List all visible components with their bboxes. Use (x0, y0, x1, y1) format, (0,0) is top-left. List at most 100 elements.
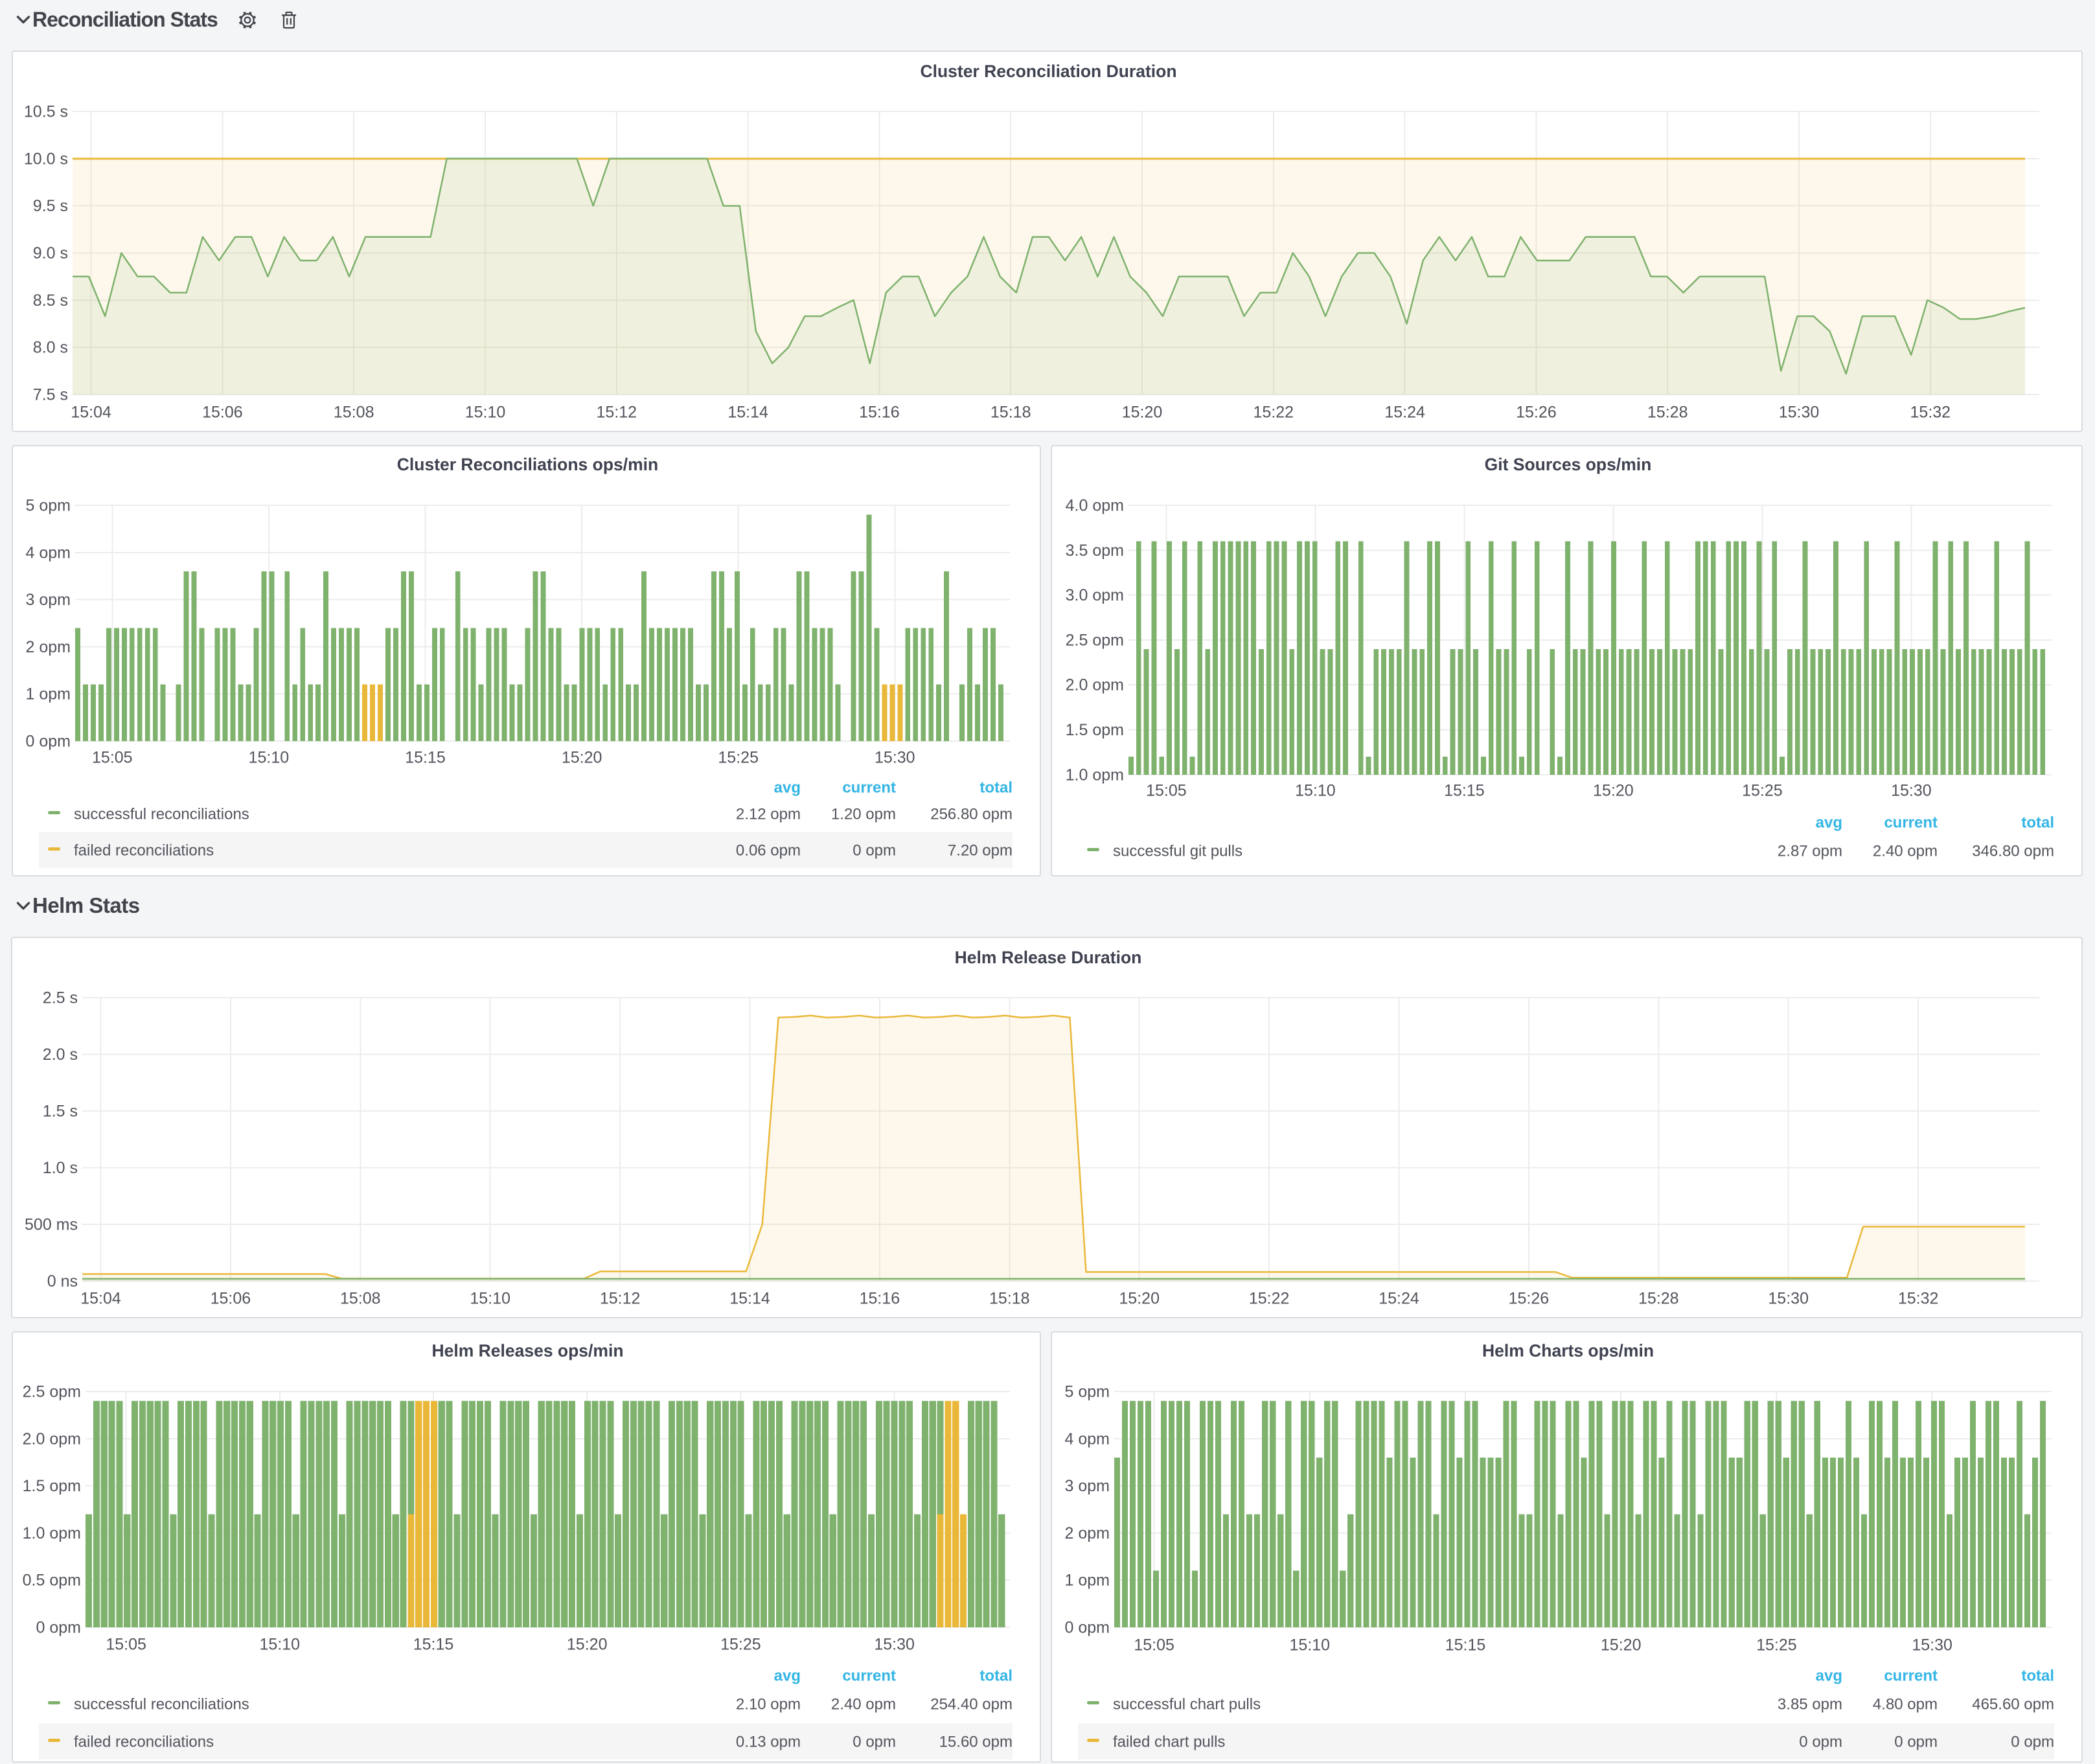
svg-text:15:04: 15:04 (80, 1290, 121, 1308)
svg-text:current: current (1884, 814, 1938, 832)
svg-text:15:10: 15:10 (465, 404, 506, 422)
svg-text:total: total (2021, 1667, 2054, 1685)
svg-text:1 opm: 1 opm (26, 685, 71, 704)
svg-text:15:06: 15:06 (202, 404, 243, 422)
svg-text:Git Sources ops/min: Git Sources ops/min (1485, 455, 1652, 474)
svg-text:total: total (2021, 814, 2054, 832)
svg-text:2.0 opm: 2.0 opm (1066, 676, 1124, 694)
svg-text:total: total (979, 779, 1013, 797)
svg-text:15:05: 15:05 (1134, 1636, 1174, 1655)
svg-text:0 opm: 0 opm (1894, 1734, 1938, 1751)
svg-text:0 opm: 0 opm (1799, 1734, 1842, 1751)
svg-text:2.0 s: 2.0 s (43, 1046, 78, 1064)
svg-text:1.0 s: 1.0 s (43, 1159, 78, 1177)
svg-text:8.0 s: 8.0 s (33, 339, 68, 357)
svg-text:current: current (1884, 1667, 1938, 1685)
svg-text:0 opm: 0 opm (853, 842, 896, 860)
svg-text:15:15: 15:15 (1445, 1636, 1486, 1655)
svg-text:15.60 opm: 15.60 opm (939, 1734, 1013, 1751)
svg-text:failed reconciliations: failed reconciliations (74, 842, 214, 860)
svg-text:1.5 s: 1.5 s (43, 1103, 78, 1121)
svg-text:15:12: 15:12 (600, 1290, 641, 1308)
svg-text:4.0 opm: 4.0 opm (1066, 497, 1124, 515)
svg-text:3.5 opm: 3.5 opm (1066, 542, 1124, 560)
svg-text:2.5 s: 2.5 s (43, 989, 78, 1007)
svg-text:15:18: 15:18 (989, 1290, 1030, 1308)
svg-text:15:30: 15:30 (1912, 1636, 1952, 1655)
svg-text:current: current (842, 1667, 896, 1685)
svg-text:15:16: 15:16 (860, 1290, 900, 1308)
svg-text:1 opm: 1 opm (1065, 1572, 1110, 1590)
svg-text:7.5 s: 7.5 s (33, 386, 68, 404)
svg-text:3 opm: 3 opm (26, 591, 71, 609)
svg-text:15:15: 15:15 (413, 1636, 454, 1654)
svg-text:5 opm: 5 opm (1065, 1383, 1110, 1401)
svg-text:15:25: 15:25 (1756, 1636, 1797, 1655)
svg-text:1.5 opm: 1.5 opm (23, 1477, 81, 1495)
svg-text:successful reconciliations: successful reconciliations (74, 1696, 249, 1713)
svg-text:15:30: 15:30 (875, 749, 915, 767)
svg-text:2.40 opm: 2.40 opm (831, 1696, 896, 1713)
svg-text:2.10 opm: 2.10 opm (736, 1696, 801, 1713)
svg-text:avg: avg (774, 1667, 801, 1685)
svg-text:3.85 opm: 3.85 opm (1778, 1696, 1842, 1713)
svg-text:15:05: 15:05 (92, 749, 133, 767)
svg-text:10.5 s: 10.5 s (24, 103, 68, 121)
svg-text:15:30: 15:30 (1891, 782, 1932, 800)
svg-text:avg: avg (1816, 814, 1842, 832)
svg-text:465.60 opm: 465.60 opm (1972, 1696, 2054, 1713)
svg-text:15:10: 15:10 (249, 749, 290, 767)
svg-text:4 opm: 4 opm (1065, 1430, 1110, 1448)
svg-text:1.20 opm: 1.20 opm (831, 806, 896, 823)
svg-text:2 opm: 2 opm (1065, 1524, 1110, 1542)
svg-text:15:10: 15:10 (470, 1290, 510, 1308)
svg-text:15:26: 15:26 (1509, 1290, 1550, 1308)
svg-text:failed chart pulls: failed chart pulls (1113, 1734, 1225, 1751)
svg-text:1.0 opm: 1.0 opm (23, 1524, 81, 1542)
svg-text:15:22: 15:22 (1249, 1290, 1290, 1308)
svg-text:15:10: 15:10 (1295, 782, 1336, 800)
svg-text:15:10: 15:10 (260, 1636, 301, 1654)
svg-text:4 opm: 4 opm (26, 544, 71, 562)
svg-text:Cluster Reconciliations ops/mi: Cluster Reconciliations ops/min (397, 455, 658, 474)
svg-text:346.80 opm: 346.80 opm (1972, 843, 2054, 860)
svg-text:9.5 s: 9.5 s (33, 197, 68, 215)
svg-text:successful reconciliations: successful reconciliations (74, 806, 249, 823)
svg-text:15:30: 15:30 (1768, 1290, 1809, 1308)
svg-text:successful git pulls: successful git pulls (1113, 843, 1242, 860)
svg-text:15:15: 15:15 (1444, 782, 1485, 800)
svg-text:0 opm: 0 opm (853, 1734, 896, 1751)
svg-text:15:14: 15:14 (727, 404, 768, 422)
svg-text:2.87 opm: 2.87 opm (1778, 843, 1842, 860)
svg-text:0 opm: 0 opm (2011, 1734, 2054, 1751)
svg-text:15:12: 15:12 (597, 404, 637, 422)
svg-text:0.5 opm: 0.5 opm (23, 1572, 81, 1590)
svg-text:2.0 opm: 2.0 opm (23, 1430, 81, 1448)
svg-text:256.80 opm: 256.80 opm (930, 806, 1013, 823)
svg-text:5 opm: 5 opm (26, 497, 71, 515)
svg-text:current: current (842, 779, 896, 797)
svg-text:15:30: 15:30 (1779, 404, 1820, 422)
svg-text:4.80 opm: 4.80 opm (1873, 1696, 1938, 1713)
svg-text:avg: avg (774, 779, 801, 797)
svg-text:15:24: 15:24 (1384, 404, 1425, 422)
svg-text:15:18: 15:18 (990, 404, 1031, 422)
svg-text:15:20: 15:20 (1119, 1290, 1160, 1308)
svg-text:15:15: 15:15 (405, 749, 446, 767)
svg-text:0 ns: 0 ns (47, 1272, 78, 1290)
svg-text:3.0 opm: 3.0 opm (1066, 586, 1124, 604)
svg-text:10.0 s: 10.0 s (24, 150, 68, 168)
svg-text:0 opm: 0 opm (1065, 1619, 1110, 1637)
svg-text:15:04: 15:04 (71, 404, 111, 422)
svg-text:15:20: 15:20 (1593, 782, 1634, 800)
svg-text:15:06: 15:06 (211, 1290, 251, 1308)
svg-text:0 opm: 0 opm (36, 1619, 81, 1637)
svg-text:2.5 opm: 2.5 opm (23, 1383, 81, 1401)
svg-text:15:32: 15:32 (1898, 1290, 1939, 1308)
svg-text:15:20: 15:20 (562, 749, 602, 767)
svg-text:15:16: 15:16 (859, 404, 900, 422)
svg-text:0.06 opm: 0.06 opm (736, 842, 801, 860)
svg-text:0.13 opm: 0.13 opm (736, 1734, 801, 1751)
svg-text:Helm Charts ops/min: Helm Charts ops/min (1482, 1341, 1654, 1360)
svg-text:failed reconciliations: failed reconciliations (74, 1734, 214, 1751)
